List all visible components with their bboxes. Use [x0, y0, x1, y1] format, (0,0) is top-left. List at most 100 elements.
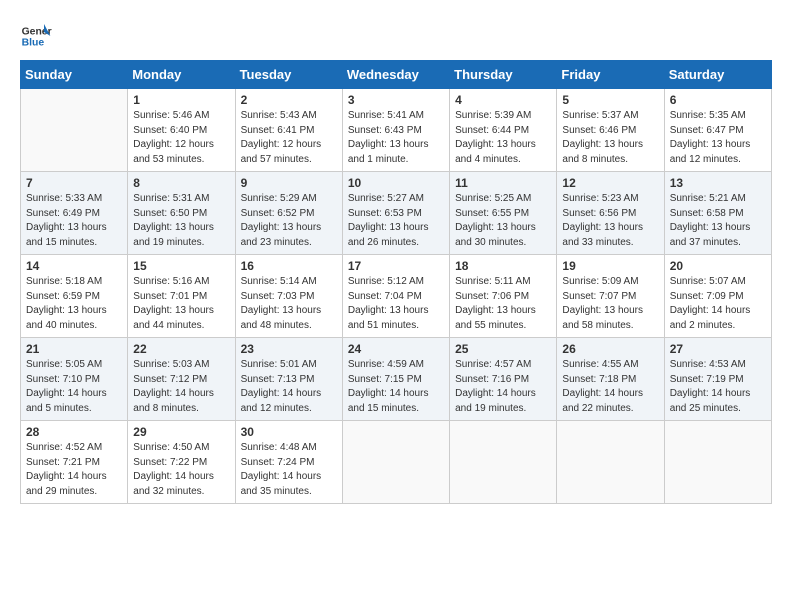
calendar-cell: 30 Sunrise: 4:48 AM Sunset: 7:24 PM Dayli…	[235, 421, 342, 504]
day-info: Sunrise: 5:31 AM Sunset: 6:50 PM Dayligh…	[133, 192, 229, 250]
day-number: 10	[348, 176, 444, 190]
calendar-cell: 15 Sunrise: 5:16 AM Sunset: 7:01 PM Dayli…	[128, 255, 235, 338]
calendar-cell	[557, 421, 664, 504]
calendar-cell: 16Sunrise: 5:14 AM Sunset: 7:03 PM Dayli…	[235, 255, 342, 338]
day-number: 13	[670, 176, 766, 190]
calendar-cell: 11 Sunrise: 5:25 AM Sunset: 6:55 PM Dayli…	[450, 172, 557, 255]
day-info: Sunrise: 5:43 AM Sunset: 6:41 PM Dayligh…	[241, 109, 337, 167]
day-number: 30	[241, 425, 337, 439]
day-number: 27	[670, 342, 766, 356]
calendar-cell: 10 Sunrise: 5:27 AM Sunset: 6:53 PM Dayli…	[342, 172, 449, 255]
calendar-cell	[450, 421, 557, 504]
day-of-week-header: Sunday	[21, 61, 128, 89]
calendar-cell: 26 Sunrise: 4:55 AM Sunset: 7:18 PM Dayli…	[557, 338, 664, 421]
day-info: Sunrise: 5:41 AM Sunset: 6:43 PM Dayligh…	[348, 109, 444, 167]
day-number: 18	[455, 259, 551, 273]
day-of-week-header: Thursday	[450, 61, 557, 89]
calendar-cell: 7Sunrise: 5:33 AM Sunset: 6:49 PM Daylig…	[21, 172, 128, 255]
day-info: Sunrise: 5:35 AM Sunset: 6:47 PM Dayligh…	[670, 109, 766, 167]
day-number: 17	[348, 259, 444, 273]
calendar-cell: 2 Sunrise: 5:43 AM Sunset: 6:41 PM Daylig…	[235, 89, 342, 172]
calendar-cell: 3 Sunrise: 5:41 AM Sunset: 6:43 PM Daylig…	[342, 89, 449, 172]
day-info: Sunrise: 5:14 AM Sunset: 7:03 PM Dayligh…	[241, 275, 337, 333]
calendar-cell: 24Sunrise: 4:59 AM Sunset: 7:15 PM Dayli…	[342, 338, 449, 421]
calendar-cell: 12 Sunrise: 5:23 AM Sunset: 6:56 PM Dayli…	[557, 172, 664, 255]
day-info: Sunrise: 5:11 AM Sunset: 7:06 PM Dayligh…	[455, 275, 551, 333]
logo-icon: General Blue	[20, 20, 52, 52]
calendar-cell	[21, 89, 128, 172]
calendar-week-row: 7Sunrise: 5:33 AM Sunset: 6:49 PM Daylig…	[21, 172, 772, 255]
calendar-week-row: 14 Sunrise: 5:18 AM Sunset: 6:59 PM Dayli…	[21, 255, 772, 338]
day-number: 25	[455, 342, 551, 356]
day-of-week-header: Friday	[557, 61, 664, 89]
day-number: 11	[455, 176, 551, 190]
day-info: Sunrise: 5:21 AM Sunset: 6:58 PM Dayligh…	[670, 192, 766, 250]
day-info: Sunrise: 4:52 AM Sunset: 7:21 PM Dayligh…	[26, 441, 122, 499]
day-info: Sunrise: 5:18 AM Sunset: 6:59 PM Dayligh…	[26, 275, 122, 333]
calendar-cell: 23Sunrise: 5:01 AM Sunset: 7:13 PM Dayli…	[235, 338, 342, 421]
day-number: 15	[133, 259, 229, 273]
day-number: 5	[562, 93, 658, 107]
calendar-table: SundayMondayTuesdayWednesdayThursdayFrid…	[20, 60, 772, 504]
calendar-cell: 1Sunrise: 5:46 AM Sunset: 6:40 PM Daylig…	[128, 89, 235, 172]
day-info: Sunrise: 5:01 AM Sunset: 7:13 PM Dayligh…	[241, 358, 337, 416]
calendar-cell: 8Sunrise: 5:31 AM Sunset: 6:50 PM Daylig…	[128, 172, 235, 255]
calendar-cell: 4 Sunrise: 5:39 AM Sunset: 6:44 PM Daylig…	[450, 89, 557, 172]
day-info: Sunrise: 4:55 AM Sunset: 7:18 PM Dayligh…	[562, 358, 658, 416]
calendar-cell: 5 Sunrise: 5:37 AM Sunset: 6:46 PM Daylig…	[557, 89, 664, 172]
day-info: Sunrise: 5:27 AM Sunset: 6:53 PM Dayligh…	[348, 192, 444, 250]
day-info: Sunrise: 5:09 AM Sunset: 7:07 PM Dayligh…	[562, 275, 658, 333]
day-number: 29	[133, 425, 229, 439]
day-number: 12	[562, 176, 658, 190]
day-info: Sunrise: 5:12 AM Sunset: 7:04 PM Dayligh…	[348, 275, 444, 333]
day-info: Sunrise: 5:37 AM Sunset: 6:46 PM Dayligh…	[562, 109, 658, 167]
calendar-cell: 21Sunrise: 5:05 AM Sunset: 7:10 PM Dayli…	[21, 338, 128, 421]
logo: General Blue	[20, 20, 52, 52]
calendar-cell: 17 Sunrise: 5:12 AM Sunset: 7:04 PM Dayli…	[342, 255, 449, 338]
header: General Blue	[20, 20, 772, 52]
day-info: Sunrise: 5:05 AM Sunset: 7:10 PM Dayligh…	[26, 358, 122, 416]
day-number: 6	[670, 93, 766, 107]
day-info: Sunrise: 5:03 AM Sunset: 7:12 PM Dayligh…	[133, 358, 229, 416]
day-number: 14	[26, 259, 122, 273]
calendar-cell: 13 Sunrise: 5:21 AM Sunset: 6:58 PM Dayli…	[664, 172, 771, 255]
calendar-cell: 19 Sunrise: 5:09 AM Sunset: 7:07 PM Dayli…	[557, 255, 664, 338]
day-info: Sunrise: 4:59 AM Sunset: 7:15 PM Dayligh…	[348, 358, 444, 416]
day-number: 20	[670, 259, 766, 273]
calendar-cell: 29 Sunrise: 4:50 AM Sunset: 7:22 PM Dayli…	[128, 421, 235, 504]
day-number: 28	[26, 425, 122, 439]
day-info: Sunrise: 5:33 AM Sunset: 6:49 PM Dayligh…	[26, 192, 122, 250]
calendar-cell: 6 Sunrise: 5:35 AM Sunset: 6:47 PM Daylig…	[664, 89, 771, 172]
day-info: Sunrise: 5:07 AM Sunset: 7:09 PM Dayligh…	[670, 275, 766, 333]
calendar-week-row: 28 Sunrise: 4:52 AM Sunset: 7:21 PM Dayli…	[21, 421, 772, 504]
day-info: Sunrise: 4:48 AM Sunset: 7:24 PM Dayligh…	[241, 441, 337, 499]
day-info: Sunrise: 4:50 AM Sunset: 7:22 PM Dayligh…	[133, 441, 229, 499]
calendar-cell	[342, 421, 449, 504]
day-info: Sunrise: 5:29 AM Sunset: 6:52 PM Dayligh…	[241, 192, 337, 250]
day-of-week-header: Wednesday	[342, 61, 449, 89]
calendar-week-row: 1Sunrise: 5:46 AM Sunset: 6:40 PM Daylig…	[21, 89, 772, 172]
day-of-week-header: Monday	[128, 61, 235, 89]
day-of-week-header: Saturday	[664, 61, 771, 89]
day-number: 19	[562, 259, 658, 273]
day-of-week-header: Tuesday	[235, 61, 342, 89]
day-number: 3	[348, 93, 444, 107]
calendar-cell: 9Sunrise: 5:29 AM Sunset: 6:52 PM Daylig…	[235, 172, 342, 255]
day-number: 2	[241, 93, 337, 107]
calendar-cell	[664, 421, 771, 504]
svg-text:Blue: Blue	[22, 38, 45, 49]
day-number: 26	[562, 342, 658, 356]
day-info: Sunrise: 5:39 AM Sunset: 6:44 PM Dayligh…	[455, 109, 551, 167]
day-info: Sunrise: 5:23 AM Sunset: 6:56 PM Dayligh…	[562, 192, 658, 250]
calendar-cell: 28 Sunrise: 4:52 AM Sunset: 7:21 PM Dayli…	[21, 421, 128, 504]
day-info: Sunrise: 5:25 AM Sunset: 6:55 PM Dayligh…	[455, 192, 551, 250]
day-info: Sunrise: 5:46 AM Sunset: 6:40 PM Dayligh…	[133, 109, 229, 167]
day-info: Sunrise: 5:16 AM Sunset: 7:01 PM Dayligh…	[133, 275, 229, 333]
calendar-header-row: SundayMondayTuesdayWednesdayThursdayFrid…	[21, 61, 772, 89]
day-number: 22	[133, 342, 229, 356]
day-number: 4	[455, 93, 551, 107]
calendar-cell: 27 Sunrise: 4:53 AM Sunset: 7:19 PM Dayli…	[664, 338, 771, 421]
calendar-cell: 20 Sunrise: 5:07 AM Sunset: 7:09 PM Dayli…	[664, 255, 771, 338]
calendar-cell: 25Sunrise: 4:57 AM Sunset: 7:16 PM Dayli…	[450, 338, 557, 421]
day-info: Sunrise: 4:53 AM Sunset: 7:19 PM Dayligh…	[670, 358, 766, 416]
